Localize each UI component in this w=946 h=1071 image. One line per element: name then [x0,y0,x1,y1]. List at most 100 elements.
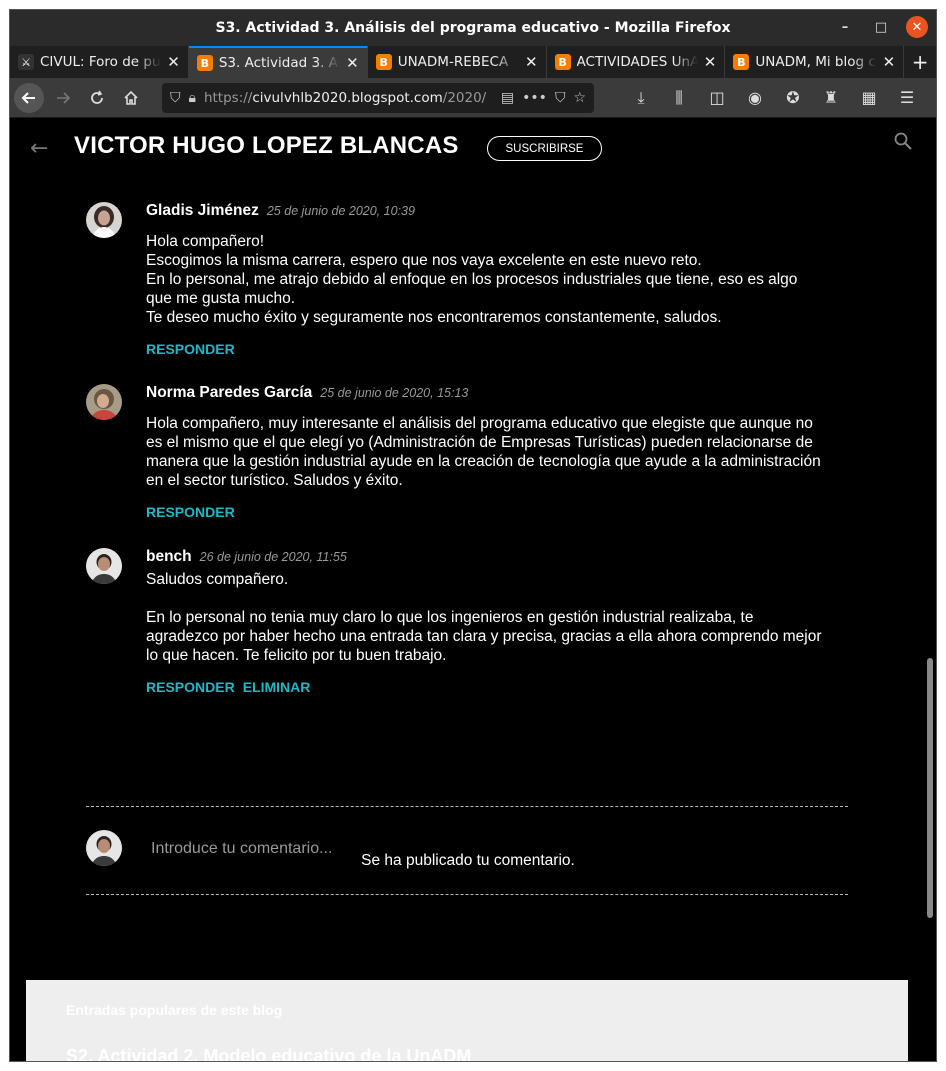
tab-label: ACTIVIDADES UnA [576,54,698,70]
comment-line: Hola compañero, muy interesante el análi… [146,415,813,432]
new-tab-button[interactable]: + [904,46,936,78]
url-host: civulvhlb2020.blogspot.com [252,89,443,106]
bookmark-star-icon[interactable]: ☆ [573,90,586,106]
comment-line: agradezco por haber hecho una entrada ta… [146,628,822,645]
page-actions-icon[interactable]: ••• [522,90,547,106]
home-button[interactable] [116,83,146,113]
search-icon[interactable] [894,132,912,155]
window-controls: – □ ✕ [834,16,928,38]
sidebar-icon[interactable]: ◫ [702,83,732,113]
page-scrollbar[interactable] [927,658,933,918]
extension-icon[interactable]: ✪ [778,83,808,113]
comment-line: Escogimos la misma carrera, espero que n… [146,252,702,269]
back-arrow-icon[interactable]: ← [30,136,48,161]
search-glyph [894,132,912,150]
tab-close-icon[interactable]: ✕ [883,53,896,71]
comment-line: en el sector turístico. Saludos y éxito. [146,472,403,489]
menu-icon[interactable]: ☰ [892,83,922,113]
reply-button[interactable]: RESPONDER [146,504,235,520]
shield-icon[interactable]: ⛉ [170,90,181,106]
comment-date[interactable]: 26 de junio de 2020, 11:55 [200,550,347,564]
comment-author[interactable]: bench [146,548,192,566]
comment-compose: Introduce tu comentario... [86,830,848,870]
divider [86,894,848,895]
comment-header: Norma Paredes García 25 de junio de 2020… [146,384,821,404]
back-arrow-icon [21,91,35,104]
popular-post-link[interactable]: S2. Actividad 2. Modelo educativo de la … [66,1046,471,1061]
back-button[interactable] [14,82,44,113]
tab-label: CIVUL: Foro de pu [40,54,161,70]
comment: bench 26 de junio de 2020, 11:55 Saludos… [86,548,822,695]
reply-button[interactable]: RESPONDER [146,341,235,357]
comment: Norma Paredes García 25 de junio de 2020… [86,384,821,520]
subscribe-button[interactable]: SUSCRIBIRSE [487,136,602,161]
comment-line [146,589,822,608]
comment-header: Gladis Jiménez 25 de junio de 2020, 10:3… [146,202,797,222]
civul-favicon-icon: ⚔ [18,54,34,70]
comment-header: bench 26 de junio de 2020, 11:55 [146,548,822,568]
avatar[interactable] [86,202,122,238]
avatar [86,830,122,866]
tab-unadm-rebeca[interactable]: B UNADM-REBECA ✕ [368,46,547,78]
downloads-icon[interactable]: ⤓ [626,83,656,113]
avatar[interactable] [86,384,122,420]
forward-button[interactable] [48,83,78,113]
tab-close-icon[interactable]: ✕ [704,53,717,71]
blog-title[interactable]: VICTOR HUGO LOPEZ BLANCAS [74,132,459,160]
home-icon [124,90,138,105]
comment-line: Saludos compañero. [146,571,289,588]
reload-icon [91,90,103,104]
comment-actions: RESPONDER ELIMINAR [146,679,822,695]
tab-unadm-mi-blog[interactable]: B UNADM, Mi blog c ✕ [725,46,905,78]
url-bar[interactable]: ⛉ 🔒︎ https://civulvhlb2020.blogspot.com/… [162,82,594,113]
comment: Gladis Jiménez 25 de junio de 2020, 10:3… [86,202,797,357]
tab-label: UNADM, Mi blog c [755,54,876,70]
blogger-favicon-icon: B [733,54,750,70]
comment-author[interactable]: Norma Paredes García [146,384,312,402]
maximize-button[interactable]: □ [870,16,892,38]
extension-grid-icon[interactable]: ▦ [854,83,884,113]
firefox-window: S3. Actividad 3. Análisis del programa e… [9,9,937,1062]
comment-actions: RESPONDER [146,504,821,520]
reply-button[interactable]: RESPONDER [146,679,235,695]
comment-actions: RESPONDER [146,341,797,357]
comment-date[interactable]: 25 de junio de 2020, 10:39 [267,204,415,218]
minimize-button[interactable]: – [834,16,856,38]
comment-line: lo que hacen. Te felicito por tu buen tr… [146,647,447,664]
comment-body: Hola compañero, muy interesante el análi… [146,414,821,490]
popular-posts-section: Entradas populares de este blog S2. Acti… [26,980,908,1061]
window-title: S3. Actividad 3. Análisis del programa e… [215,20,731,36]
toolbar-right: ⤓ ⫼ ◫ ◉ ✪ ♜ ▦ ☰ [626,83,922,113]
account-icon[interactable]: ◉ [740,83,770,113]
pocket-icon[interactable]: ⛉ [555,90,566,106]
blog-header: ← VICTOR HUGO LOPEZ BLANCAS SUSCRIBIRSE [10,118,936,178]
comment-line: En lo personal, me atrajo debido al enfo… [146,271,798,288]
close-window-button[interactable]: ✕ [906,16,928,38]
extension-mask-icon[interactable]: ♜ [816,83,846,113]
tab-label: S3. Actividad 3. An [218,55,341,71]
tab-actividad-3[interactable]: B S3. Actividad 3. An ✕ [188,46,368,78]
lock-icon[interactable]: 🔒︎ [189,90,196,106]
url-path: /2020/ [442,89,487,106]
library-icon[interactable]: ⫼ [664,83,694,113]
forward-arrow-icon [57,91,71,104]
comment-line: Te deseo mucho éxito y seguramente nos e… [146,309,722,326]
reload-button[interactable] [82,83,112,113]
tab-close-icon[interactable]: ✕ [167,53,180,71]
comment-body: Hola compañero! Escogimos la misma carre… [146,232,797,327]
tab-close-icon[interactable]: ✕ [346,54,359,72]
comment-input[interactable]: Introduce tu comentario... [151,840,332,858]
comment-author[interactable]: Gladis Jiménez [146,202,259,220]
reader-view-icon[interactable]: ▤ [501,90,514,106]
tab-close-icon[interactable]: ✕ [525,53,538,71]
delete-button[interactable]: ELIMINAR [243,679,311,695]
tab-bar: ⚔ CIVUL: Foro de pu ✕ B S3. Actividad 3.… [10,46,936,78]
tab-actividades[interactable]: B ACTIVIDADES UnA ✕ [547,46,726,78]
comment-line: En lo personal no tenia muy claro lo que… [146,609,754,626]
url-text[interactable]: https://civulvhlb2020.blogspot.com/2020/ [204,90,493,106]
comment-date[interactable]: 25 de junio de 2020, 15:13 [320,386,468,400]
avatar[interactable] [86,548,122,584]
title-bar: S3. Actividad 3. Análisis del programa e… [10,10,936,46]
navigation-toolbar: ⛉ 🔒︎ https://civulvhlb2020.blogspot.com/… [10,78,936,118]
tab-civul-foro[interactable]: ⚔ CIVUL: Foro de pu ✕ [10,46,189,78]
